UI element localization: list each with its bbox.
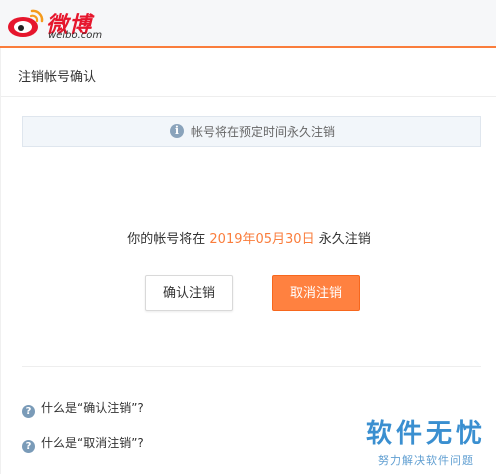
section-divider	[22, 366, 481, 367]
weibo-logo-icon	[8, 9, 44, 37]
deactivation-date: 2019年05月30日	[209, 232, 315, 247]
watermark: 软件无忧 努力解决软件问题	[366, 413, 486, 468]
watermark-main: 软件无忧	[365, 419, 486, 449]
top-bar: 微博 weibo.com	[0, 0, 496, 48]
deactivation-message: 你的帐号将在 2019年05月30日 永久注销	[1, 228, 496, 247]
logo-subtext: weibo.com	[48, 30, 103, 41]
title-divider	[1, 96, 496, 97]
faq-link-cancel[interactable]: ? 什么是“取消注销”?	[22, 434, 144, 453]
watermark-sub: 努力解决软件问题	[377, 454, 474, 467]
faq-label: 什么是“取消注销”?	[41, 436, 144, 450]
info-icon: i	[170, 124, 184, 138]
message-suffix: 永久注销	[318, 232, 371, 247]
faq-label: 什么是“确认注销”?	[41, 401, 144, 415]
help-icon: ?	[22, 405, 35, 418]
notice-text: 帐号将在预定时间永久注销	[191, 125, 336, 139]
panel-title: 注销帐号确认	[18, 70, 97, 85]
weibo-logo[interactable]: 微博 weibo.com	[6, 5, 106, 41]
confirm-deactivation-button[interactable]: 确认注销	[145, 275, 233, 311]
deactivation-panel: 注销帐号确认 i 帐号将在预定时间永久注销 你的帐号将在 2019年05月30日…	[0, 48, 496, 474]
page: 微博 weibo.com 注销帐号确认 i 帐号将在预定时间永久注销 你的帐号将…	[0, 0, 496, 474]
notice-bar: i 帐号将在预定时间永久注销	[22, 116, 481, 147]
message-prefix: 你的帐号将在	[127, 232, 206, 247]
help-icon: ?	[22, 440, 35, 453]
faq-link-confirm[interactable]: ? 什么是“确认注销”?	[22, 399, 144, 418]
cancel-deactivation-button[interactable]: 取消注销	[272, 275, 360, 311]
